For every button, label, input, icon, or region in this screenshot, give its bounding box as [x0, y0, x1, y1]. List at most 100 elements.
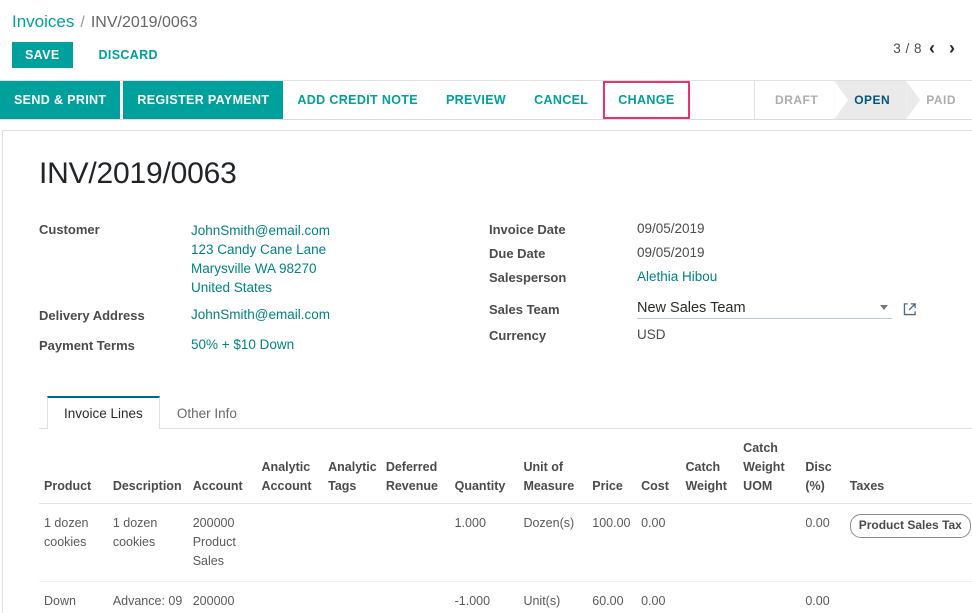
field-salesperson: Salesperson Alethia Hibou	[489, 269, 972, 293]
field-invoice-date: Invoice Date 09/05/2019	[489, 221, 972, 245]
external-link-icon[interactable]	[902, 302, 917, 317]
stage-arrow-left-icon	[834, 81, 849, 119]
col-analytic-account: Analytic Account	[256, 431, 324, 504]
field-groups: Customer JohnSmith@email.com 123 Candy C…	[39, 221, 972, 361]
cell-quantity[interactable]: 1.000	[449, 503, 519, 582]
breadcrumb-current: INV/2019/0063	[90, 14, 198, 31]
form-sheet: INV/2019/0063 Customer JohnSmith@email.c…	[2, 130, 972, 613]
status-stage-open[interactable]: OPEN	[834, 81, 921, 119]
status-stage-draft[interactable]: DRAFT	[755, 81, 835, 119]
currency-label: Currency	[489, 328, 547, 343]
cell-product[interactable]: 1 dozen cookies	[39, 503, 108, 582]
payment-terms-value[interactable]: 50% + $10 Down	[191, 337, 294, 352]
change-button[interactable]: CHANGE	[603, 81, 690, 119]
notebook-tabs: Invoice Lines Other Info	[39, 395, 972, 429]
col-catch-weight-uom: Catch Weight UOM	[738, 431, 801, 504]
cell-analytic-account[interactable]	[256, 503, 324, 582]
cell-catch-weight-uom[interactable]	[738, 503, 801, 582]
discard-button[interactable]: DISCARD	[87, 41, 170, 69]
cell-price[interactable]: 100.00	[587, 503, 637, 582]
cell-account[interactable]: 200000 Product Sales	[187, 581, 257, 613]
cancel-button[interactable]: CANCEL	[520, 81, 602, 119]
previous-record-icon[interactable]: ‹	[922, 39, 942, 57]
cell-price[interactable]: 60.00	[587, 581, 637, 613]
cell-unit-of-measure[interactable]: Dozen(s)	[518, 503, 588, 582]
cell-taxes[interactable]	[844, 581, 972, 613]
field-group-left: Customer JohnSmith@email.com 123 Candy C…	[39, 221, 489, 361]
cell-analytic-account[interactable]	[256, 581, 324, 613]
preview-button[interactable]: PREVIEW	[432, 81, 520, 119]
due-date-label: Due Date	[489, 246, 546, 261]
field-payment-terms: Payment Terms 50% + $10 Down	[39, 337, 489, 361]
cell-unit-of-measure[interactable]: Unit(s)	[518, 581, 588, 613]
delivery-address-value[interactable]: JohnSmith@email.com	[191, 307, 330, 322]
action-buttons: SEND & PRINT REGISTER PAYMENT ADD CREDIT…	[0, 81, 691, 119]
col-disc: Disc (%)	[800, 431, 845, 504]
add-credit-note-button[interactable]: ADD CREDIT NOTE	[283, 81, 432, 119]
col-price: Price	[587, 431, 637, 504]
tax-tag[interactable]: Product Sales Tax	[849, 514, 971, 538]
status-pipeline: DRAFT OPEN PAID	[754, 81, 972, 119]
cell-analytic-tags[interactable]	[323, 581, 381, 613]
cell-cost[interactable]: 0.00	[636, 581, 681, 613]
customer-line-country[interactable]: United States	[191, 278, 330, 297]
tab-other-info[interactable]: Other Info	[160, 396, 254, 429]
col-description: Description	[107, 431, 188, 504]
page-title: INV/2019/0063	[39, 157, 237, 190]
customer-line-email[interactable]: JohnSmith@email.com	[191, 221, 330, 240]
field-group-right: Invoice Date 09/05/2019 Due Date 09/05/2…	[489, 221, 972, 361]
sales-team-select[interactable]: New Sales Team	[637, 300, 892, 319]
save-button[interactable]: SAVE	[12, 41, 73, 69]
field-currency: Currency USD	[489, 327, 972, 351]
field-due-date: Due Date 09/05/2019	[489, 245, 972, 269]
invoice-date-value[interactable]: 09/05/2019	[637, 221, 705, 236]
col-product: Product	[39, 431, 108, 504]
next-record-icon[interactable]: ›	[942, 39, 962, 57]
tab-invoice-lines[interactable]: Invoice Lines	[47, 396, 160, 429]
invoice-date-label: Invoice Date	[489, 222, 566, 237]
cell-description[interactable]: Advance: 09 2019	[107, 581, 188, 613]
table-row[interactable]: 1 dozen cookies 1 dozen cookies 200000 P…	[39, 503, 972, 582]
cell-catch-weight[interactable]	[680, 581, 739, 613]
due-date-value[interactable]: 09/05/2019	[637, 245, 705, 260]
register-payment-button[interactable]: REGISTER PAYMENT	[123, 81, 284, 119]
customer-line-city[interactable]: Marysville WA 98270	[191, 259, 330, 278]
invoice-lines-table-scroll[interactable]: Product Description Account Analytic Acc…	[39, 429, 972, 613]
cell-cost[interactable]: 0.00	[636, 503, 681, 582]
table-header-row: Product Description Account Analytic Acc…	[39, 431, 972, 504]
table-row[interactable]: Down payment Advance: 09 2019 200000 Pro…	[39, 581, 972, 613]
sales-team-value: New Sales Team	[637, 299, 746, 316]
delivery-address-label: Delivery Address	[39, 308, 145, 323]
cell-taxes[interactable]: Product Sales Tax	[844, 503, 972, 582]
cell-description[interactable]: 1 dozen cookies	[107, 503, 188, 582]
currency-value[interactable]: USD	[637, 327, 666, 342]
col-analytic-tags: Analytic Tags	[323, 431, 381, 504]
cell-analytic-tags[interactable]	[323, 503, 381, 582]
pager-count: 3 / 8	[893, 40, 922, 56]
breadcrumb-root-link[interactable]: Invoices	[12, 12, 74, 32]
customer-line-street[interactable]: 123 Candy Cane Lane	[191, 240, 330, 259]
cell-catch-weight-uom[interactable]	[738, 581, 801, 613]
cell-deferred-revenue[interactable]	[380, 503, 450, 582]
cell-product[interactable]: Down payment	[39, 581, 108, 613]
chevron-down-icon[interactable]	[880, 305, 888, 310]
send-and-print-button[interactable]: SEND & PRINT	[0, 81, 121, 119]
payment-terms-label: Payment Terms	[39, 338, 135, 353]
odoo-invoice-form: Invoices / INV/2019/0063 SAVE DISCARD 3 …	[0, 0, 972, 613]
status-stage-draft-label: DRAFT	[775, 93, 819, 107]
col-deferred-revenue: Deferred Revenue	[380, 431, 450, 504]
cell-disc[interactable]: 0.00	[800, 581, 845, 613]
customer-label: Customer	[39, 222, 100, 237]
cell-deferred-revenue[interactable]	[380, 581, 450, 613]
cell-account[interactable]: 200000 Product Sales	[187, 503, 257, 582]
col-quantity: Quantity	[449, 431, 519, 504]
cell-disc[interactable]: 0.00	[800, 503, 845, 582]
customer-value[interactable]: JohnSmith@email.com 123 Candy Cane Lane …	[191, 221, 330, 297]
col-account: Account	[187, 431, 257, 504]
salesperson-value[interactable]: Alethia Hibou	[637, 269, 717, 284]
col-unit-of-measure: Unit of Measure	[518, 431, 588, 504]
invoice-lines-table: Product Description Account Analytic Acc…	[39, 431, 972, 613]
cell-quantity[interactable]: -1.000	[449, 581, 519, 613]
cell-catch-weight[interactable]	[680, 503, 739, 582]
status-stage-paid-label: PAID	[926, 93, 956, 107]
